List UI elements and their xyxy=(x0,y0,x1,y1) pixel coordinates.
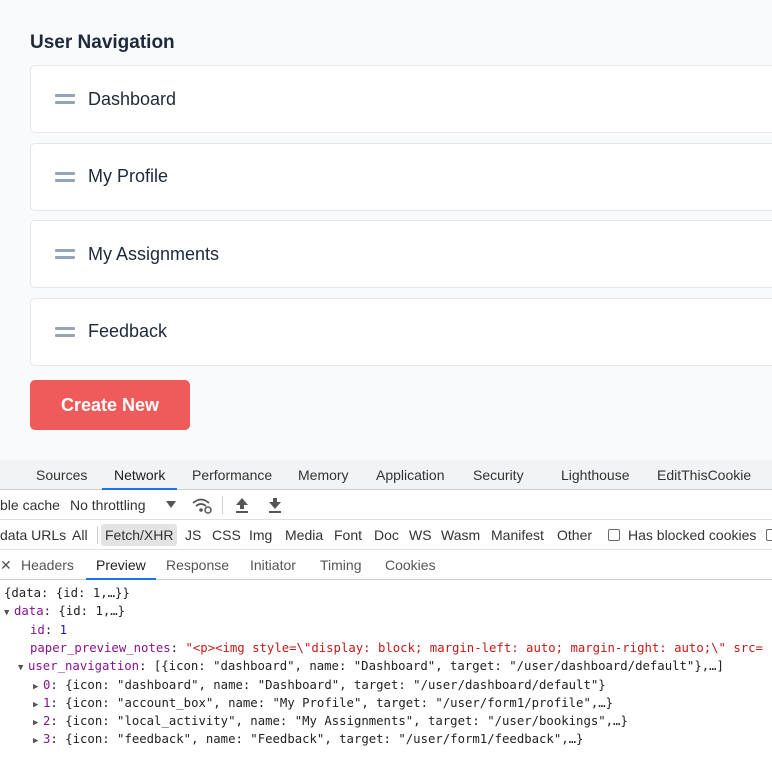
upload-icon[interactable] xyxy=(235,497,249,513)
tab-security[interactable]: Security xyxy=(473,460,524,490)
json-nav-item[interactable]: ▶ 2: {icon: "local_activity", name: "My A… xyxy=(33,712,628,730)
tab-editthiscookie[interactable]: EditThisCookie xyxy=(657,460,751,490)
filter-fetch-xhr[interactable]: Fetch/XHR xyxy=(101,524,178,546)
filter-other[interactable]: Other xyxy=(557,520,592,550)
drag-handle-icon[interactable] xyxy=(55,249,75,259)
blocked-cookies-checkbox[interactable] xyxy=(608,529,620,541)
tab-sources[interactable]: Sources xyxy=(36,460,87,490)
filter-bar: data URLs All Fetch/XHR JS CSS Img Media… xyxy=(0,520,772,550)
filter-divider xyxy=(97,526,98,544)
filter-img[interactable]: Img xyxy=(249,520,272,550)
tab-performance[interactable]: Performance xyxy=(192,460,272,490)
tab-initiator[interactable]: Initiator xyxy=(250,550,296,580)
filter-css[interactable]: CSS xyxy=(212,520,241,550)
json-node-data[interactable]: ▼ data: {id: 1,…} xyxy=(4,602,125,620)
drag-handle-icon[interactable] xyxy=(55,326,75,337)
tab-response[interactable]: Response xyxy=(166,550,229,580)
filter-all[interactable]: All xyxy=(72,520,88,550)
tab-headers[interactable]: Headers xyxy=(21,550,74,580)
collapsed-triangle-icon[interactable]: ▶ xyxy=(33,732,43,750)
chevron-down-icon[interactable] xyxy=(166,501,176,509)
json-root[interactable]: {data: {id: 1,…}} xyxy=(4,584,130,602)
filter-font[interactable]: Font xyxy=(334,520,362,550)
tab-network[interactable]: Network xyxy=(102,460,178,490)
filter-manifest[interactable]: Manifest xyxy=(491,520,544,550)
nav-item-label: Feedback xyxy=(88,321,168,341)
section-title: User Navigation xyxy=(30,32,175,53)
json-node-notes: paper_preview_notes: "<p><img style=\"di… xyxy=(30,641,763,655)
expanded-triangle-icon[interactable]: ▼ xyxy=(18,659,28,677)
filter-data-urls[interactable]: data URLs xyxy=(0,520,66,550)
filter-wasm[interactable]: Wasm xyxy=(441,520,480,550)
app-area: User Navigation Dashboard My Profile My … xyxy=(0,0,772,460)
filter-doc[interactable]: Doc xyxy=(374,520,399,550)
tab-timing[interactable]: Timing xyxy=(320,550,362,580)
nav-item-feedback[interactable]: Feedback xyxy=(30,297,772,366)
json-node-id: id: 1 xyxy=(30,623,68,637)
blocked-cookies-label: Has blocked cookies xyxy=(628,527,757,543)
json-nav-item[interactable]: ▶ 0: {icon: "dashboard", name: "Dashboard… xyxy=(33,676,606,694)
devtools-main-tabs: Sources Network Performance Memory Appli… xyxy=(0,460,772,490)
expanded-triangle-icon[interactable]: ▼ xyxy=(4,604,14,622)
nav-item-label: Dashboard xyxy=(88,88,177,109)
json-node-user-navigation[interactable]: ▼ user_navigation: [{icon: "dashboard", n… xyxy=(18,657,724,675)
close-icon[interactable]: ✕ xyxy=(0,550,12,580)
tab-preview[interactable]: Preview xyxy=(86,550,156,580)
tab-cookies[interactable]: Cookies xyxy=(385,550,436,580)
toolbar-divider xyxy=(222,496,223,514)
disable-cache-label[interactable]: ble cache xyxy=(0,490,60,520)
throttling-select[interactable]: No throttling xyxy=(70,490,145,520)
nav-item-label: My Profile xyxy=(88,166,169,186)
json-nav-item[interactable]: ▶ 1: {icon: "account_box", name: "My Prof… xyxy=(33,694,613,712)
network-toolbar: ble cache No throttling xyxy=(0,490,772,520)
blocked-requests-checkbox[interactable] xyxy=(766,529,772,541)
nav-item-my-profile[interactable]: My Profile xyxy=(30,142,772,211)
devtools-panel: Sources Network Performance Memory Appli… xyxy=(0,460,772,780)
json-preview: {data: {id: 1,…}} ▼ data: {id: 1,…} id: 1… xyxy=(0,580,772,780)
download-icon[interactable] xyxy=(268,497,282,513)
tab-application[interactable]: Application xyxy=(376,460,445,490)
nav-item-label: My Assignments xyxy=(88,243,220,264)
network-conditions-icon[interactable] xyxy=(192,496,212,514)
nav-item-dashboard[interactable]: Dashboard xyxy=(30,65,772,133)
tab-memory[interactable]: Memory xyxy=(298,460,349,490)
json-nav-item[interactable]: ▶ 3: {icon: "feedback", name: "Feedback",… xyxy=(33,730,583,748)
filter-media[interactable]: Media xyxy=(285,520,323,550)
nav-list: Dashboard My Profile My Assignments Feed… xyxy=(30,65,772,375)
tab-lighthouse[interactable]: Lighthouse xyxy=(561,460,630,490)
request-detail-tabs: ✕ Headers Preview Response Initiator Tim… xyxy=(0,550,772,580)
create-new-button[interactable]: Create New xyxy=(30,380,190,430)
nav-item-my-assignments[interactable]: My Assignments xyxy=(30,220,772,288)
filter-ws[interactable]: WS xyxy=(409,520,432,550)
drag-handle-icon[interactable] xyxy=(55,171,75,182)
drag-handle-icon[interactable] xyxy=(55,94,75,104)
filter-js[interactable]: JS xyxy=(185,520,201,550)
